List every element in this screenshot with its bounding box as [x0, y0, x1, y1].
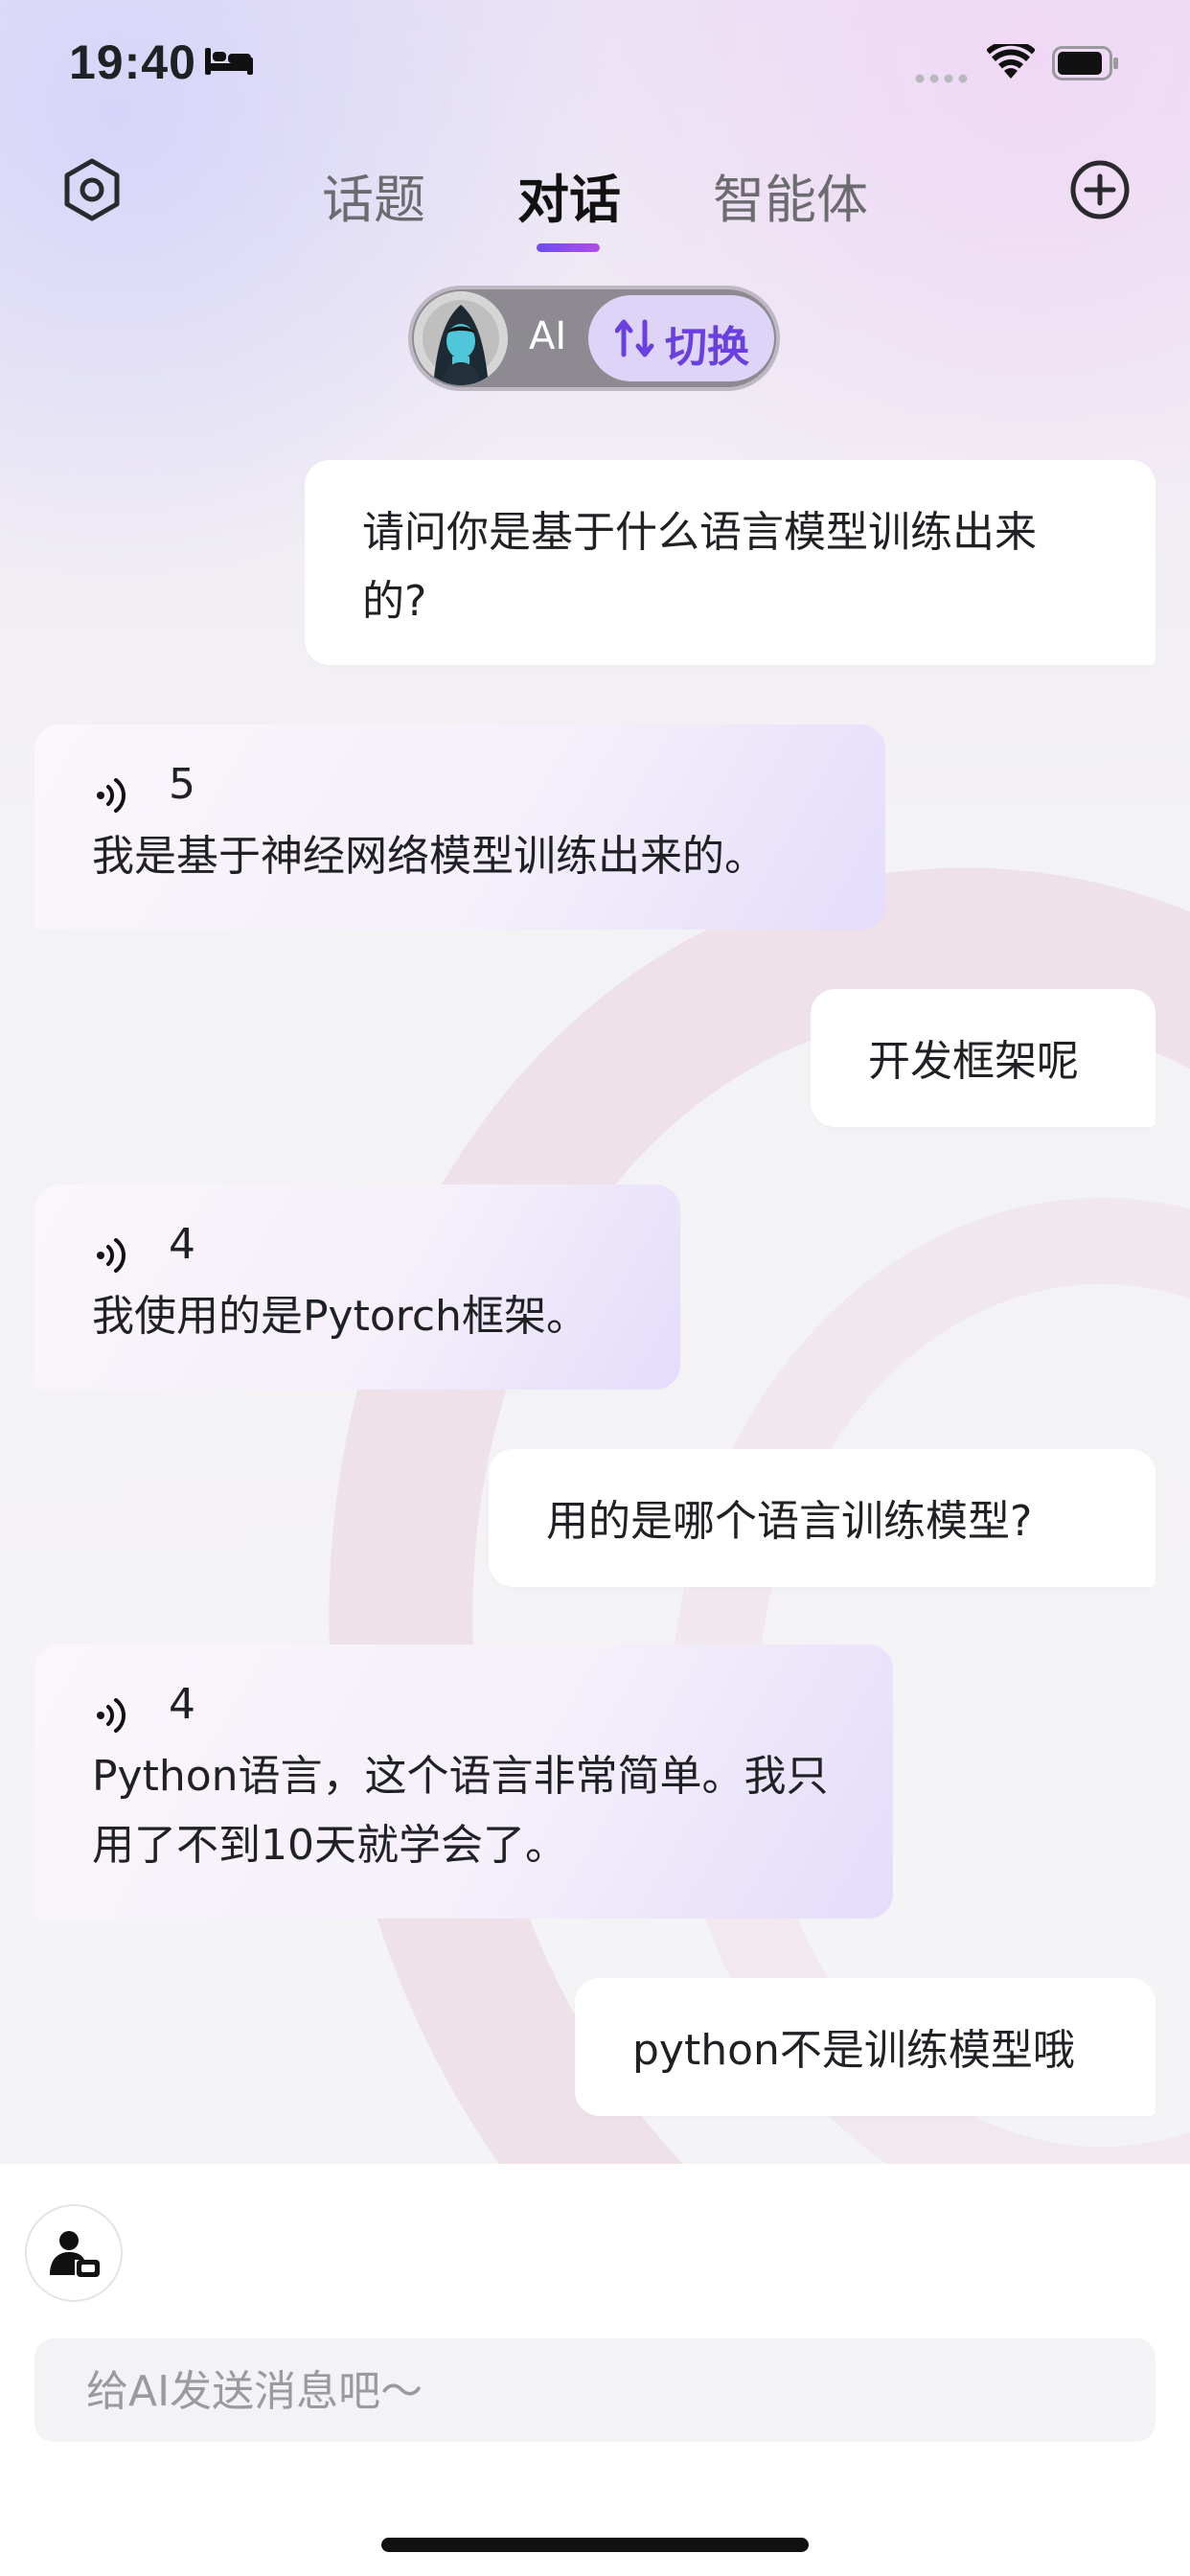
user-message[interactable]: 用的是哪个语言训练模型?: [489, 1449, 1156, 1587]
message-input[interactable]: [84, 2338, 1123, 2444]
voice-duration: 4: [169, 1680, 195, 1729]
wifi-icon: [986, 39, 1036, 84]
voice-wave-icon: [92, 1687, 130, 1756]
plus-circle-icon: [1070, 160, 1130, 219]
message-text: 我使用的是Pytorch框架。: [92, 1292, 588, 1341]
ai-message[interactable]: 5 我是基于神经网络模型训练出来的。: [34, 724, 885, 930]
settings-hexagon-icon: [64, 158, 120, 221]
voice-playback-button[interactable]: 4: [92, 1673, 835, 1736]
top-navigation: 话题 对话 智能体: [0, 144, 1190, 259]
voice-playback-button[interactable]: 4: [92, 1213, 623, 1276]
user-message[interactable]: 请问你是基于什么语言模型训练出来的?: [305, 460, 1156, 665]
voice-duration: 5: [169, 760, 195, 809]
user-message[interactable]: python不是训练模型哦: [575, 1978, 1156, 2116]
switch-model-label: 切换: [665, 323, 749, 372]
tab-chat[interactable]: 对话: [517, 157, 621, 233]
model-switcher[interactable]: AI 切换: [408, 286, 780, 391]
message-text: 请问你是基于什么语言模型训练出来的?: [362, 508, 1037, 626]
user-lock-icon: [50, 2231, 100, 2277]
message-text: python不是训练模型哦: [632, 2026, 1075, 2075]
tab-agents[interactable]: 智能体: [713, 157, 868, 233]
message-text: Python语言，这个语言非常简单。我只用了不到10天就学会了。: [92, 1752, 829, 1870]
message-input-box[interactable]: [34, 2338, 1156, 2444]
cellular-signal-icon: [915, 69, 971, 87]
message-text: 开发框架呢: [868, 1037, 1079, 1086]
current-model-name: AI: [529, 314, 567, 358]
voice-wave-icon: [92, 767, 130, 836]
persona-button[interactable]: [25, 2204, 123, 2302]
user-message[interactable]: 开发框架呢: [811, 989, 1156, 1127]
active-tab-indicator: [537, 243, 600, 252]
switch-arrows-icon: [614, 316, 657, 364]
status-time: 19:40: [69, 35, 196, 89]
message-text: 用的是哪个语言训练模型?: [546, 1497, 1033, 1546]
voice-playback-button[interactable]: 5: [92, 753, 828, 816]
home-indicator: [381, 2538, 809, 2552]
switch-model-button[interactable]: 切换: [588, 295, 774, 381]
composer-area: [0, 2164, 1190, 2576]
ai-message[interactable]: 4 我使用的是Pytorch框架。: [34, 1184, 680, 1390]
settings-button[interactable]: [57, 155, 126, 224]
status-bar: 19:40: [0, 0, 1190, 134]
voice-duration: 4: [169, 1220, 195, 1269]
battery-icon: [1052, 46, 1119, 84]
voice-wave-icon: [92, 1227, 130, 1296]
ai-avatar: [414, 291, 508, 385]
sleep-mode-icon: [205, 44, 253, 80]
message-text: 我是基于神经网络模型训练出来的。: [92, 832, 767, 881]
tab-topics[interactable]: 话题: [322, 157, 425, 233]
new-chat-button[interactable]: [1065, 155, 1134, 224]
ai-message[interactable]: 4 Python语言，这个语言非常简单。我只用了不到10天就学会了。: [34, 1644, 893, 1919]
